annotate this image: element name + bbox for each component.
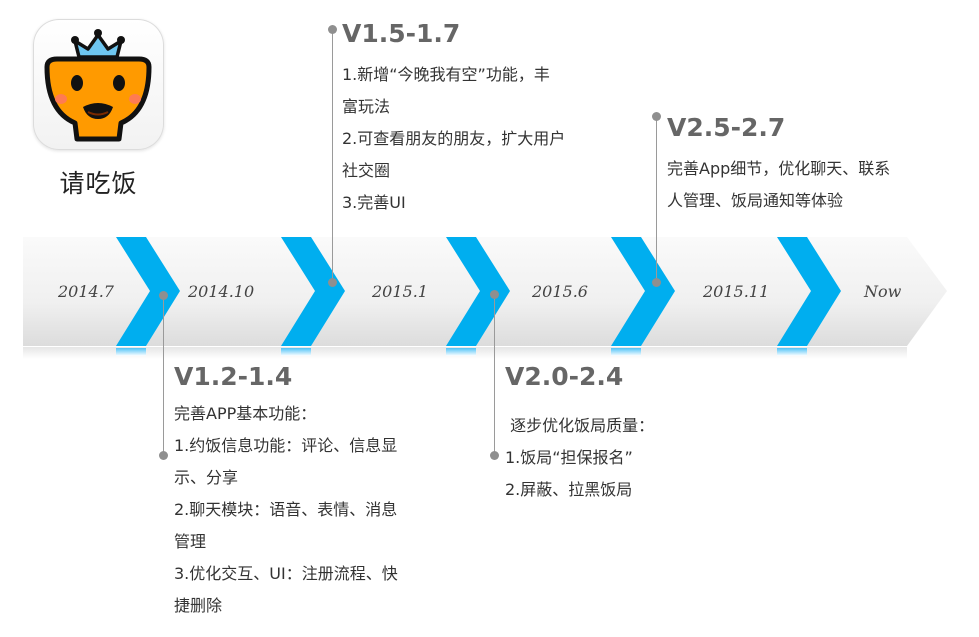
note-line: 逐步优化饭局质量： bbox=[505, 416, 655, 435]
note-line: 示、分享 bbox=[174, 468, 239, 487]
pin-line-v15 bbox=[332, 30, 333, 282]
version-title-v25: V2.5-2.7 bbox=[667, 113, 786, 142]
pin-dot-v15-bottom bbox=[328, 278, 337, 287]
note-line: 完善App细节，优化聊天、联系 bbox=[667, 159, 891, 178]
note-line: 人管理、饭局通知等体验 bbox=[667, 191, 844, 210]
note-line: 1.约饭信息功能：评论、信息显 bbox=[174, 436, 398, 455]
pin-line-v25 bbox=[656, 117, 657, 283]
note-line: 管理 bbox=[174, 532, 207, 551]
note-line: 3.完善UI bbox=[342, 193, 406, 212]
note-line: 1.饭局“担保报名” bbox=[505, 448, 633, 467]
note-line: 2.可查看朋友的朋友，扩大用户 bbox=[342, 129, 566, 148]
note-line: 3.优化交互、UI：注册流程、快 bbox=[174, 564, 398, 583]
note-line: 2.聊天模块：语音、表情、消息 bbox=[174, 500, 398, 519]
chevron-reflection-1 bbox=[116, 348, 146, 356]
pin-dot-v15-top bbox=[328, 25, 337, 34]
pin-dot-v20-bottom bbox=[490, 451, 499, 460]
chevron-reflection-5 bbox=[777, 348, 807, 356]
note-line: 社交圈 bbox=[342, 161, 391, 180]
version-notes-v12: 完善APP基本功能： 1.约饭信息功能：评论、信息显 示、分享 2.聊天模块：语… bbox=[174, 398, 398, 622]
pin-line-v12 bbox=[163, 296, 164, 455]
pin-dot-v12-bottom bbox=[159, 451, 168, 460]
version-notes-v20: 逐步优化饭局质量： 1.饭局“担保报名” 2.屏蔽、拉黑饭局 bbox=[505, 410, 654, 506]
pin-line-v20 bbox=[494, 295, 495, 455]
note-line: 富玩法 bbox=[342, 97, 391, 116]
version-title-v15: V1.5-1.7 bbox=[342, 19, 461, 48]
version-notes-v15: 1.新增“今晚我有空”功能，丰 富玩法 2.可查看朋友的朋友，扩大用户 社交圈 … bbox=[342, 59, 565, 219]
pin-dot-v25-top bbox=[652, 112, 661, 121]
version-title-v12: V1.2-1.4 bbox=[174, 362, 293, 391]
pin-dot-v25-bottom bbox=[652, 278, 661, 287]
date-label-2015-6: 2015.6 bbox=[532, 282, 588, 301]
date-label-2015-1: 2015.1 bbox=[372, 282, 428, 301]
version-title-v20: V2.0-2.4 bbox=[505, 362, 624, 391]
date-label-now: Now bbox=[864, 282, 902, 301]
pin-dot-v20-top bbox=[490, 290, 499, 299]
note-line: 1.新增“今晚我有空”功能，丰 bbox=[342, 65, 550, 84]
pin-dot-v12-top bbox=[159, 291, 168, 300]
chevron-reflection-4 bbox=[611, 348, 641, 356]
note-line: 完善APP基本功能： bbox=[174, 404, 317, 423]
date-label-2014-10: 2014.10 bbox=[188, 282, 255, 301]
date-label-2014-7: 2014.7 bbox=[58, 282, 114, 301]
chevron-reflection-3 bbox=[446, 348, 476, 356]
date-label-2015-11: 2015.11 bbox=[703, 282, 770, 301]
note-line: 捷删除 bbox=[174, 596, 223, 615]
version-notes-v25: 完善App细节，优化聊天、联系 人管理、饭局通知等体验 bbox=[667, 153, 890, 217]
chevron-reflection-2 bbox=[281, 348, 311, 356]
note-line: 2.屏蔽、拉黑饭局 bbox=[505, 480, 633, 499]
